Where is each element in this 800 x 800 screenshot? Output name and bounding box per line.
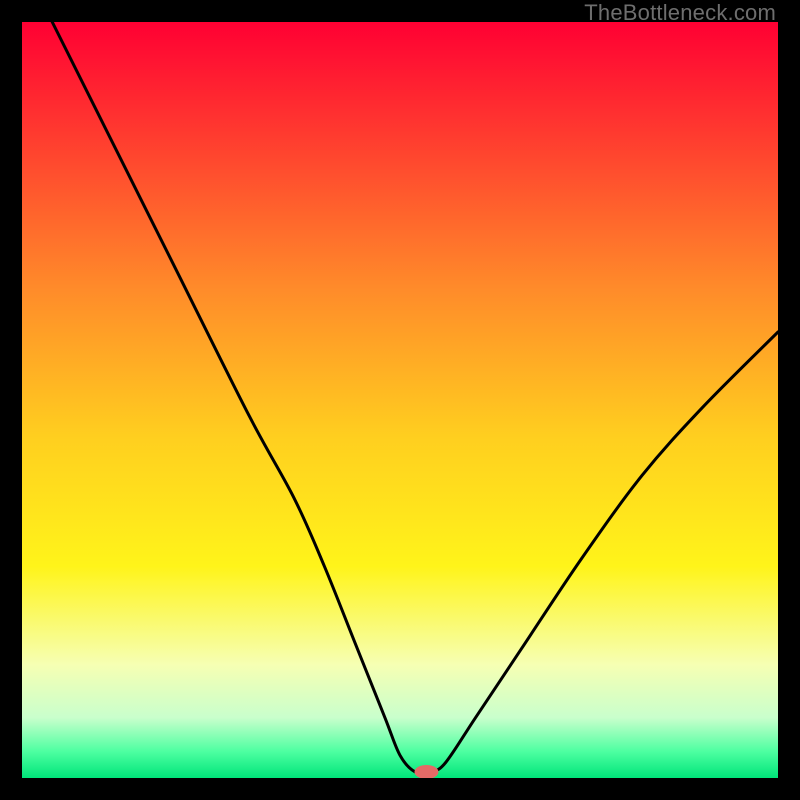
chart-background: [22, 22, 778, 778]
watermark-text: TheBottleneck.com: [584, 0, 776, 26]
chart-frame: [22, 22, 778, 778]
bottleneck-chart: [22, 22, 778, 778]
